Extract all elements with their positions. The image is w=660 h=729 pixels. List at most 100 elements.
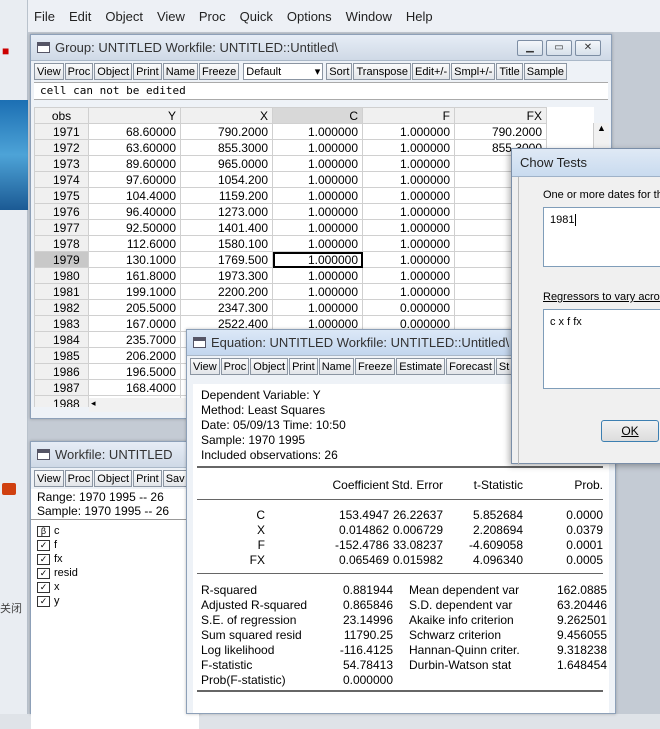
row-label[interactable]: 1983: [34, 315, 89, 332]
proc-button[interactable]: Proc: [64, 63, 94, 80]
row-label[interactable]: 1978: [34, 235, 89, 252]
group-titlebar[interactable]: Group: UNTITLED Workfile: UNTITLED::Unti…: [31, 35, 611, 61]
minimize-button[interactable]: ▁: [517, 39, 543, 56]
table-cell[interactable]: 1.000000: [362, 155, 455, 172]
table-cell[interactable]: 235.7000: [88, 331, 181, 348]
table-cell[interactable]: 1.000000: [362, 123, 455, 140]
table-cell[interactable]: 89.60000: [88, 155, 181, 172]
table-cell[interactable]: 104.4000: [88, 187, 181, 204]
menu-help[interactable]: Help: [406, 9, 433, 24]
freeze-button[interactable]: Freeze: [355, 358, 396, 375]
table-cell[interactable]: 1.000000: [272, 251, 363, 268]
scroll-up-icon[interactable]: ▲: [594, 123, 609, 133]
table-cell[interactable]: 68.60000: [88, 123, 181, 140]
display-format-dropdown[interactable]: Default ▾: [243, 63, 324, 80]
print-button[interactable]: Print: [289, 358, 318, 375]
table-cell[interactable]: 0.000000: [362, 299, 455, 316]
table-cell[interactable]: 1.000000: [272, 123, 363, 140]
workfile-object[interactable]: ✓ fx: [37, 552, 193, 566]
table-cell[interactable]: 1.000000: [362, 219, 455, 236]
table-cell[interactable]: 790.2000: [454, 123, 547, 140]
table-cell[interactable]: 1.000000: [362, 235, 455, 252]
row-label[interactable]: 1974: [34, 171, 89, 188]
table-row[interactable]: 1980161.80001973.3001.0000001.0000001973: [34, 267, 547, 284]
menu-file[interactable]: File: [34, 9, 55, 24]
column-header[interactable]: FX: [454, 107, 547, 124]
table-cell[interactable]: 1.000000: [362, 171, 455, 188]
table-cell[interactable]: 161.8000: [88, 267, 181, 284]
name-button[interactable]: Name: [318, 358, 355, 375]
transpose-button[interactable]: Transpose: [353, 63, 412, 80]
table-cell[interactable]: 1.000000: [272, 171, 363, 188]
row-label[interactable]: 1976: [34, 203, 89, 220]
table-row[interactable]: 1982205.50002347.3001.0000000.0000000.00…: [34, 299, 547, 316]
table-cell[interactable]: 1769.500: [180, 251, 273, 268]
workfile-object[interactable]: ✓ x: [37, 580, 193, 594]
dates-input[interactable]: 1981: [543, 207, 660, 267]
table-cell[interactable]: 167.0000: [88, 315, 181, 332]
table-cell[interactable]: 1.000000: [362, 267, 455, 284]
close-button[interactable]: ✕: [575, 39, 601, 56]
ok-button[interactable]: OK: [601, 420, 659, 442]
table-cell[interactable]: 96.40000: [88, 203, 181, 220]
row-label[interactable]: 1981: [34, 283, 89, 300]
table-cell[interactable]: 1.000000: [362, 203, 455, 220]
table-cell[interactable]: 130.1000: [88, 251, 181, 268]
table-row[interactable]: 1979130.10001769.5001.0000001.0000001769: [34, 251, 547, 268]
row-label[interactable]: 1984: [34, 331, 89, 348]
table-cell[interactable]: 1973.300: [180, 267, 273, 284]
print-button[interactable]: Print: [133, 63, 162, 80]
regressors-input[interactable]: c x f fx: [543, 309, 660, 389]
menu-quick[interactable]: Quick: [240, 9, 273, 24]
row-label[interactable]: 1987: [34, 379, 89, 396]
row-label[interactable]: 1972: [34, 139, 89, 156]
table-cell[interactable]: 855.3000: [180, 139, 273, 156]
column-header[interactable]: obs: [34, 107, 89, 124]
table-cell[interactable]: 1.000000: [272, 203, 363, 220]
table-cell[interactable]: 1.000000: [362, 139, 455, 156]
table-cell[interactable]: 2347.300: [180, 299, 273, 316]
freeze-button[interactable]: Freeze: [199, 63, 240, 80]
table-cell[interactable]: 1.000000: [272, 155, 363, 172]
row-label[interactable]: 1975: [34, 187, 89, 204]
smpl-button[interactable]: Smpl+/-: [451, 63, 496, 80]
menu-object[interactable]: Object: [105, 9, 143, 24]
table-cell[interactable]: 1.000000: [272, 283, 363, 300]
view-button[interactable]: View: [34, 63, 64, 80]
table-cell[interactable]: 1273.000: [180, 203, 273, 220]
st-button[interactable]: St: [495, 358, 513, 375]
menu-options[interactable]: Options: [287, 9, 332, 24]
table-cell[interactable]: 205.5000: [88, 299, 181, 316]
object-button[interactable]: Object: [94, 470, 133, 487]
table-cell[interactable]: 1.000000: [362, 283, 455, 300]
table-cell[interactable]: 199.1000: [88, 283, 181, 300]
name-button[interactable]: Name: [162, 63, 199, 80]
row-label[interactable]: 1971: [34, 123, 89, 140]
table-cell[interactable]: 790.2000: [180, 123, 273, 140]
row-label[interactable]: 1973: [34, 155, 89, 172]
menu-edit[interactable]: Edit: [69, 9, 91, 24]
table-cell[interactable]: 168.4000: [88, 379, 181, 396]
row-label[interactable]: 1988: [34, 395, 89, 407]
row-label[interactable]: 1979: [34, 251, 89, 268]
proc-button[interactable]: Proc: [220, 358, 250, 375]
sample-button[interactable]: Sample: [523, 63, 568, 80]
row-label[interactable]: 1985: [34, 347, 89, 364]
table-row[interactable]: 197263.60000855.30001.0000001.000000855.…: [34, 139, 547, 156]
column-header[interactable]: F: [362, 107, 455, 124]
row-label[interactable]: 1986: [34, 363, 89, 380]
table-cell[interactable]: 112.6000: [88, 235, 181, 252]
object-button[interactable]: Object: [94, 63, 133, 80]
table-cell[interactable]: 1.000000: [272, 299, 363, 316]
table-cell[interactable]: 1.000000: [272, 139, 363, 156]
table-cell[interactable]: 1.000000: [362, 187, 455, 204]
table-cell[interactable]: 1.000000: [272, 187, 363, 204]
table-cell[interactable]: 206.2000: [88, 347, 181, 364]
table-cell[interactable]: 1401.400: [180, 219, 273, 236]
table-cell[interactable]: 1580.100: [180, 235, 273, 252]
table-cell[interactable]: 1159.200: [180, 187, 273, 204]
table-cell[interactable]: 1.000000: [362, 251, 455, 268]
table-row[interactable]: 1981199.10002200.2001.0000001.0000002200: [34, 283, 547, 300]
workfile-object[interactable]: ✓ y: [37, 594, 193, 608]
menu-window[interactable]: Window: [346, 9, 392, 24]
